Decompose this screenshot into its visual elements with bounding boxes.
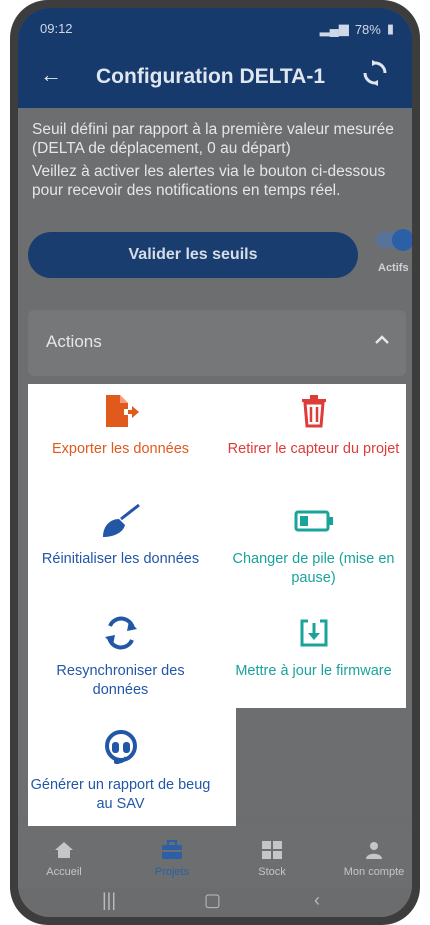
nav-account[interactable]: Mon compte bbox=[334, 838, 412, 878]
user-icon bbox=[334, 838, 412, 862]
nav-account-label: Mon compte bbox=[343, 866, 405, 878]
info-paragraph-2: Veillez à activer les alertes via le bou… bbox=[32, 163, 386, 199]
brush-icon bbox=[28, 502, 213, 540]
actions-menu-last-row: Générer un rapport de beug au SAV bbox=[28, 708, 236, 826]
toggle-knob bbox=[392, 229, 412, 251]
actions-menu: Exporter les données Retirer le capteur … bbox=[28, 384, 406, 708]
export-data-item[interactable]: Exporter les données bbox=[28, 392, 213, 459]
resync-data-label: Resynchroniser des données bbox=[56, 663, 185, 698]
battery-icon: ▮ bbox=[386, 21, 394, 36]
screen: 09:12 ▂▄▆ 78% ▮ ← Configuration DELTA-1 … bbox=[18, 8, 412, 917]
bottom-navigation: Accueil Projets Stock Mon compte bbox=[18, 826, 412, 888]
download-box-icon bbox=[221, 614, 406, 652]
remove-sensor-item[interactable]: Retirer le capteur du projet bbox=[221, 392, 406, 459]
battery-level: 78% bbox=[354, 21, 381, 37]
signal-icon: ▂▄▆ bbox=[319, 21, 349, 36]
change-battery-label: Changer de pile (mise en pause) bbox=[232, 551, 395, 586]
change-battery-item[interactable]: Changer de pile (mise en pause) bbox=[221, 502, 406, 588]
bug-report-label: Générer un rapport de beug au SAV bbox=[30, 777, 211, 812]
phone-frame: 09:12 ▂▄▆ 78% ▮ ← Configuration DELTA-1 … bbox=[10, 0, 420, 925]
actions-title: Actions bbox=[46, 332, 102, 351]
export-data-label: Exporter les données bbox=[51, 441, 190, 457]
resync-data-item[interactable]: Resynchroniser des données bbox=[28, 614, 213, 700]
nav-stock-label: Stock bbox=[258, 866, 286, 878]
toggle-label: Actifs bbox=[378, 262, 409, 274]
remove-sensor-label: Retirer le capteur du projet bbox=[227, 441, 400, 457]
chevron-up-icon[interactable] bbox=[374, 332, 390, 350]
home-button-icon[interactable]: ▢ bbox=[204, 890, 221, 911]
app-header: ← Configuration DELTA-1 bbox=[18, 44, 412, 108]
sync-arrows-icon bbox=[28, 614, 213, 652]
reset-data-item[interactable]: Réinitialiser les données bbox=[28, 502, 213, 569]
home-icon bbox=[24, 838, 104, 862]
back-arrow-icon[interactable]: ← bbox=[40, 62, 62, 88]
page-title: Configuration DELTA-1 bbox=[96, 65, 326, 88]
system-navigation-bar: ||| ▢ ‹ bbox=[18, 888, 412, 917]
status-bar: 09:12 ▂▄▆ 78% ▮ bbox=[18, 8, 412, 44]
trash-icon bbox=[221, 392, 406, 430]
recent-apps-icon[interactable]: ||| bbox=[102, 890, 116, 911]
reset-data-label: Réinitialiser les données bbox=[41, 551, 200, 567]
info-paragraph-1: Seuil défini par rapport à la première v… bbox=[32, 121, 394, 157]
nav-home[interactable]: Accueil bbox=[24, 838, 104, 878]
actions-section[interactable]: Actions bbox=[28, 310, 406, 376]
status-icons: ▂▄▆ 78% ▮ bbox=[320, 21, 394, 37]
headset-icon bbox=[28, 728, 213, 766]
validate-thresholds-button[interactable]: Valider les seuils bbox=[28, 232, 358, 278]
battery-low-icon bbox=[221, 502, 406, 540]
briefcase-icon bbox=[132, 838, 212, 862]
update-firmware-item[interactable]: Mettre à jour le firmware bbox=[221, 614, 406, 681]
nav-projects[interactable]: Projets bbox=[132, 838, 212, 878]
alerts-toggle[interactable] bbox=[376, 229, 412, 251]
status-time: 09:12 bbox=[40, 21, 73, 36]
bug-report-item[interactable]: Générer un rapport de beug au SAV bbox=[28, 728, 213, 814]
boxes-icon bbox=[232, 838, 312, 862]
sync-icon[interactable] bbox=[360, 58, 390, 93]
system-back-icon[interactable]: ‹ bbox=[314, 890, 320, 911]
update-firmware-label: Mettre à jour le firmware bbox=[235, 663, 392, 679]
nav-home-label: Accueil bbox=[46, 866, 82, 878]
export-file-icon bbox=[28, 392, 213, 430]
nav-stock[interactable]: Stock bbox=[232, 838, 312, 878]
nav-projects-label: Projets bbox=[154, 866, 190, 878]
